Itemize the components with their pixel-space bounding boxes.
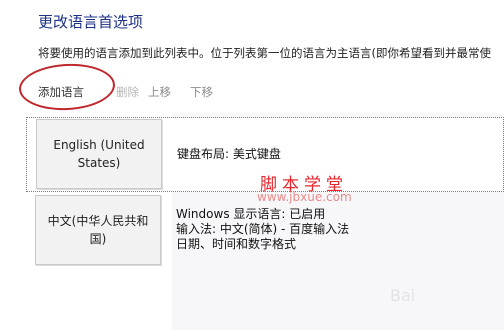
keyboard-layout-text: 键盘布局: 美式键盘 bbox=[177, 147, 281, 161]
move-up-button[interactable]: 上移 bbox=[148, 84, 171, 100]
watermark-site-url: www.jbxue.com bbox=[257, 190, 352, 204]
format-text: 日期、时间和数字格式 bbox=[176, 237, 297, 251]
language-tile[interactable]: 中文(中华人民共和国) bbox=[35, 195, 161, 265]
input-method-text: 输入法: 中文(简体) - 百度输入法 bbox=[176, 222, 350, 236]
language-details: Windows 显示语言: 已启用 输入法: 中文(简体) - 百度输入法 日期… bbox=[176, 207, 349, 252]
add-language-button[interactable]: 添加语言 bbox=[38, 84, 84, 100]
language-list: English (United States) 键盘布局: 美式键盘 中文(中华… bbox=[26, 113, 504, 330]
dialog-description: 将要使用的语言添加到此列表中。位于列表第一位的语言为主语言(即你希望看到并最常使 bbox=[38, 46, 491, 60]
language-row[interactable]: 中文(中华人民共和国) Windows 显示语言: 已启用 输入法: 中文(简体… bbox=[26, 195, 504, 270]
watermark-faint: Bai bbox=[390, 286, 416, 305]
move-down-button[interactable]: 下移 bbox=[190, 84, 213, 100]
display-language-text: Windows 显示语言: 已启用 bbox=[176, 207, 326, 221]
dialog-title: 更改语言首选项 bbox=[38, 13, 144, 31]
language-details: 键盘布局: 美式键盘 bbox=[177, 147, 281, 162]
remove-language-button[interactable]: 删除 bbox=[116, 84, 139, 100]
language-tile[interactable]: English (United States) bbox=[36, 119, 162, 189]
